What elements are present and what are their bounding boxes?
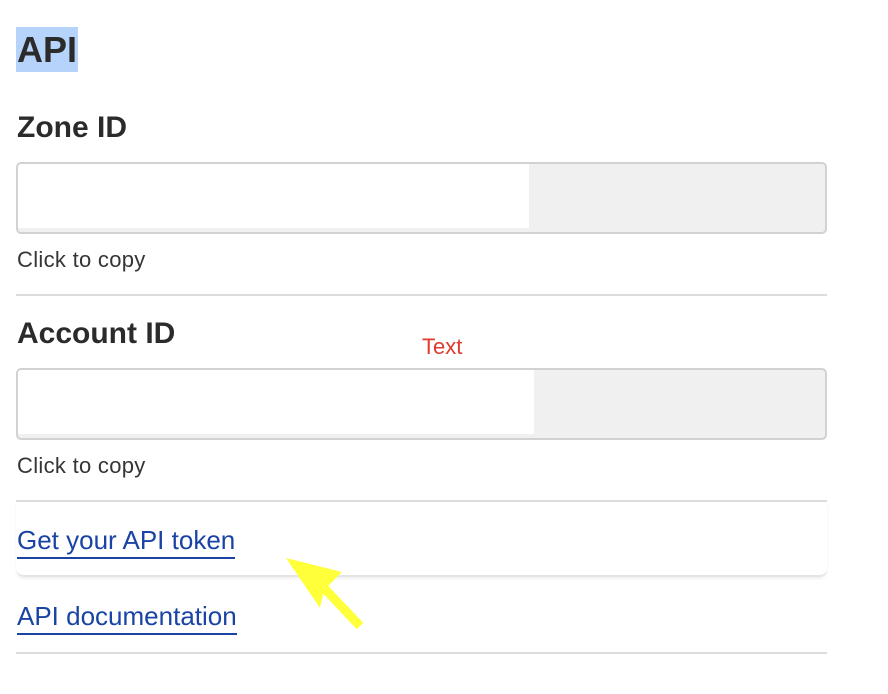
zone-id-label: Zone ID (17, 111, 127, 144)
account-id-value[interactable] (18, 370, 534, 434)
divider (16, 652, 827, 654)
zone-id-value[interactable] (18, 164, 529, 228)
arrow-shaft (320, 584, 364, 630)
api-panel: API Zone ID Click to copy Account ID Tex… (0, 0, 888, 694)
get-api-token-link[interactable]: Get your API token (17, 524, 236, 559)
section-title: API (16, 27, 79, 72)
divider (16, 294, 827, 296)
zone-id-field[interactable] (16, 162, 827, 234)
account-id-copy-hint[interactable]: Click to copy (17, 453, 146, 479)
arrow-annotation-icon (286, 558, 364, 630)
account-id-label: Account ID (17, 317, 176, 350)
annotation-text-label: Text (422, 334, 463, 359)
account-id-field[interactable] (16, 368, 827, 440)
api-documentation-link[interactable]: API documentation (17, 600, 237, 635)
zone-id-copy-hint[interactable]: Click to copy (17, 247, 146, 273)
